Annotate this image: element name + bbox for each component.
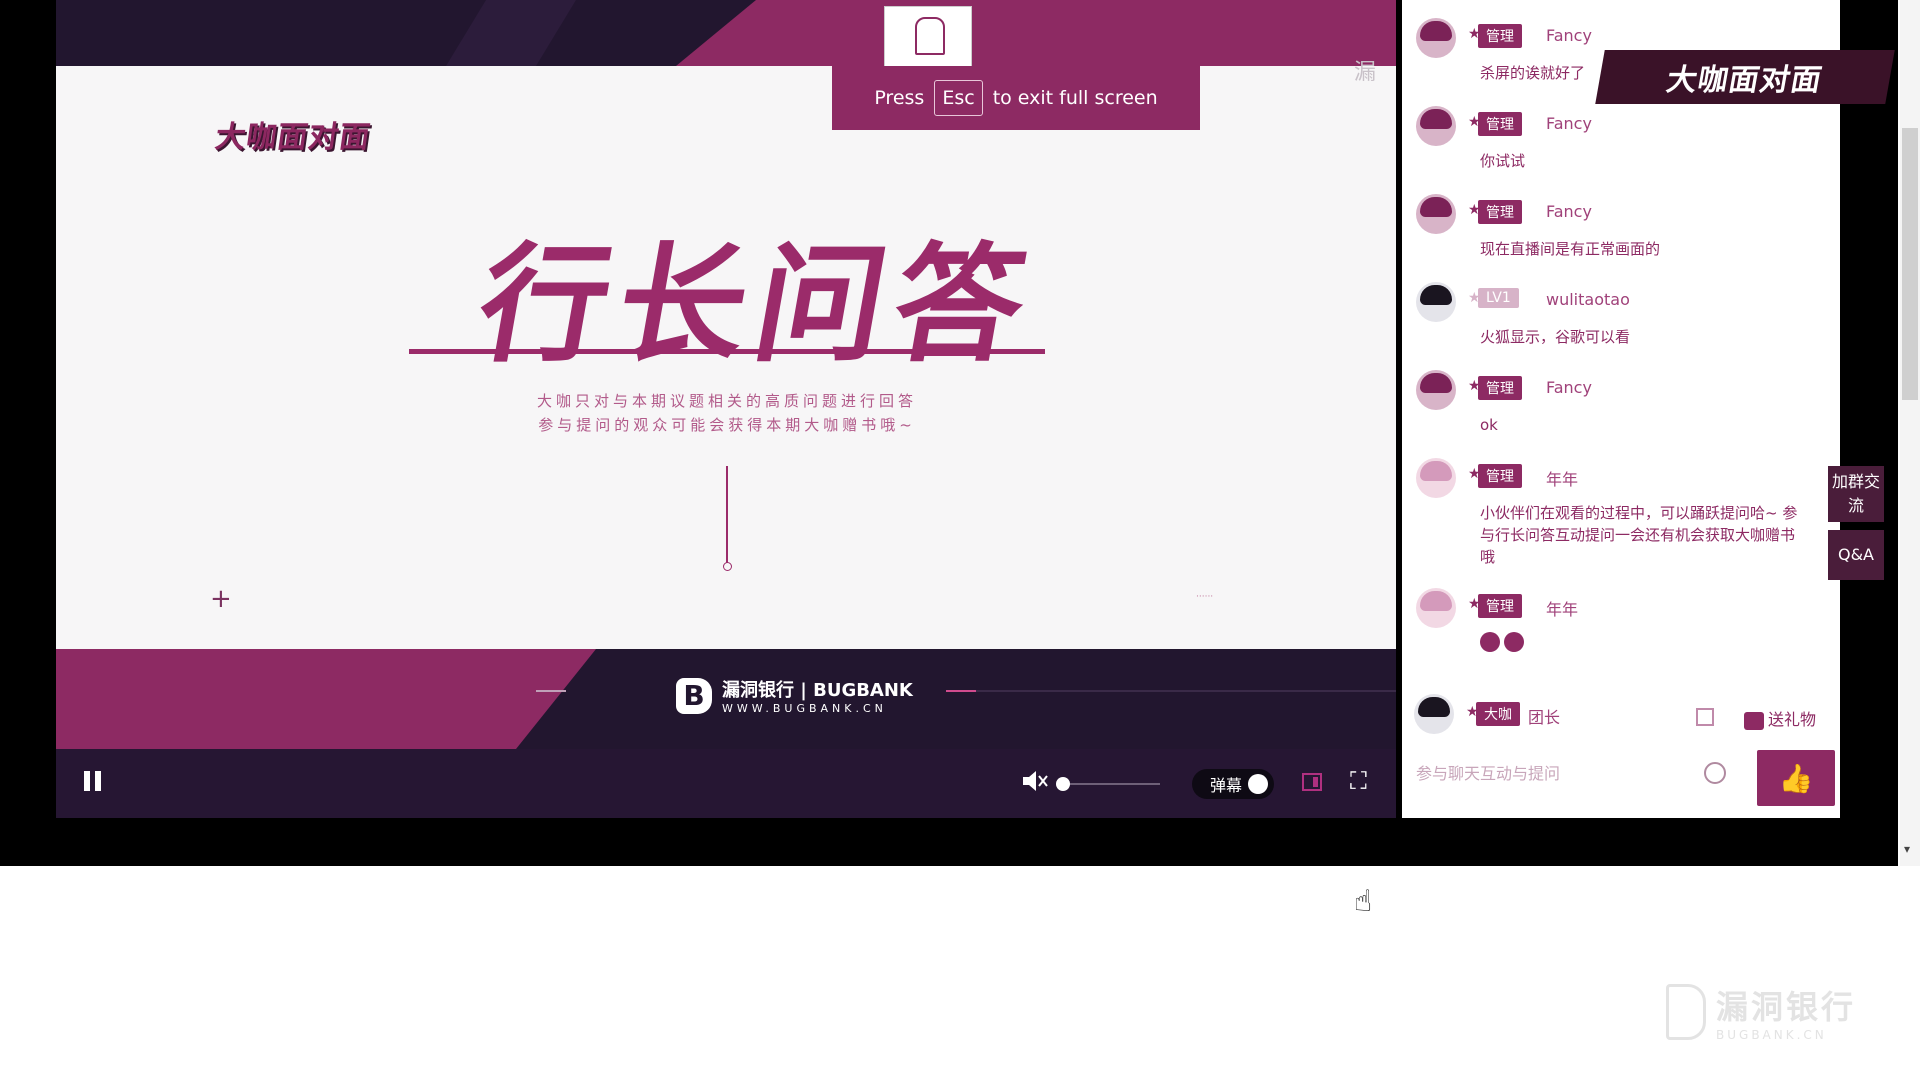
divider-line bbox=[726, 466, 728, 566]
corner-watermark: 漏洞银行 BUGBANK.CN bbox=[1666, 982, 1856, 1042]
gift-button[interactable]: 送礼物 bbox=[1744, 706, 1816, 730]
emoji-icon bbox=[1480, 632, 1500, 652]
pink-top-decoration bbox=[446, 0, 1396, 66]
bugbank-banner: B 漏洞银行 | BUGBANK WWW.BUGBANK.CN bbox=[676, 676, 913, 715]
role-badge: 管理 bbox=[1478, 112, 1522, 136]
video-top-band bbox=[56, 0, 1396, 68]
username[interactable]: 年年 bbox=[1546, 596, 1578, 620]
username[interactable]: wulitaotao bbox=[1546, 290, 1630, 309]
corner-logo-url: BUGBANK.CN bbox=[1716, 1028, 1827, 1042]
avatar bbox=[1416, 194, 1456, 234]
avatar bbox=[1416, 370, 1456, 410]
thumbs-up-icon[interactable]: 👍 bbox=[1757, 750, 1835, 806]
volume-knob[interactable] bbox=[1056, 777, 1070, 791]
plus-mark: + bbox=[210, 584, 232, 614]
captain-row: ★ 大咖 团长 送礼物 bbox=[1414, 694, 1834, 738]
banner-dash-left bbox=[536, 690, 566, 692]
fullscreen-exit-notice: Press Esc to exit full screen bbox=[832, 66, 1200, 130]
divider-dot bbox=[723, 562, 732, 571]
danmu-toggle[interactable]: 弹幕 bbox=[1192, 769, 1274, 799]
chat-input[interactable] bbox=[1414, 750, 1728, 796]
avatar bbox=[1416, 106, 1456, 146]
video-player[interactable]: 大咖面对面 行长问答 大咖只对与本期议题相关的高质问题进行回答 参与提问的观众可… bbox=[56, 0, 1396, 818]
press-text: Press bbox=[874, 87, 925, 109]
chat-header-logo: 大咖面对面 bbox=[1595, 50, 1895, 104]
username[interactable]: Fancy bbox=[1546, 26, 1592, 45]
corner-logo-name: 漏洞银行 bbox=[1716, 988, 1857, 1026]
esc-key: Esc bbox=[934, 80, 983, 116]
page-scrollbar-thumb[interactable] bbox=[1902, 128, 1918, 400]
bugbank-name: 漏洞银行 | BUGBANK bbox=[722, 680, 913, 701]
slide-subline-1: 大咖只对与本期议题相关的高质问题进行回答 bbox=[536, 392, 917, 410]
role-badge: 管理 bbox=[1478, 376, 1522, 400]
pause-icon[interactable] bbox=[82, 769, 104, 791]
join-group-button[interactable]: 加群交流 bbox=[1828, 466, 1884, 522]
avatar bbox=[1416, 18, 1456, 58]
chat-footer: ★ 大咖 团长 送礼物 👍 bbox=[1402, 694, 1840, 814]
banner-progress-line bbox=[946, 690, 1396, 692]
emoji-icon bbox=[1504, 632, 1524, 652]
exit-text: to exit full screen bbox=[992, 87, 1158, 109]
message-text: 现在直播间是有正常画面的 bbox=[1480, 240, 1661, 258]
mute-icon[interactable] bbox=[1020, 767, 1048, 801]
presenter-thumbnail bbox=[884, 6, 972, 68]
captain-name[interactable]: 团长 bbox=[1528, 704, 1560, 728]
username[interactable]: 年年 bbox=[1546, 466, 1578, 490]
message-text: 你试试 bbox=[1480, 152, 1526, 170]
pip-icon[interactable] bbox=[1302, 773, 1322, 791]
message-text: 火狐显示，谷歌可以看 bbox=[1480, 328, 1631, 346]
message-emojis bbox=[1480, 632, 1800, 658]
title-underline bbox=[409, 349, 1045, 354]
username[interactable]: Fancy bbox=[1546, 114, 1592, 133]
emoji-icon[interactable] bbox=[1704, 762, 1726, 784]
danmu-label: 弹幕 bbox=[1210, 776, 1243, 795]
avatar bbox=[1416, 282, 1456, 322]
ghost-text: 漏 bbox=[1354, 60, 1377, 85]
username[interactable]: Fancy bbox=[1546, 202, 1592, 221]
list-icon[interactable] bbox=[1696, 708, 1714, 726]
slide-content: 大咖面对面 行长问答 大咖只对与本期议题相关的高质问题进行回答 参与提问的观众可… bbox=[56, 66, 1396, 649]
avatar bbox=[1416, 588, 1456, 628]
avatar bbox=[1416, 458, 1456, 498]
role-badge: 管理 bbox=[1478, 464, 1522, 488]
qa-button[interactable]: Q&A bbox=[1828, 530, 1884, 580]
gift-label: 送礼物 bbox=[1768, 710, 1817, 729]
message-text: 小伙伴们在观看的过程中，可以踊跃提问哈~ 参与行长问答互动提问一会还有机会获取大… bbox=[1480, 504, 1798, 566]
role-badge: 管理 bbox=[1478, 200, 1522, 224]
hand-cursor-icon: ☝ bbox=[1354, 884, 1373, 919]
scroll-down-icon[interactable]: ▾ bbox=[1904, 842, 1910, 856]
role-badge: 管理 bbox=[1478, 594, 1522, 618]
message-text: ok bbox=[1480, 416, 1498, 434]
player-controls: 弹幕 ⛶ bbox=[56, 749, 1396, 818]
username[interactable]: Fancy bbox=[1546, 378, 1592, 397]
bugbank-mark-icon bbox=[1666, 984, 1706, 1040]
fullscreen-icon[interactable]: ⛶ bbox=[1350, 767, 1367, 795]
slide-subline-2: 参与提问的观众可能会获得本期大咖赠书哦~ bbox=[538, 416, 916, 434]
avatar bbox=[1414, 694, 1454, 734]
level-badge: LV1 bbox=[1478, 288, 1519, 308]
page-scrollbar[interactable]: ▾ bbox=[1900, 0, 1920, 866]
captain-badge: 大咖 bbox=[1476, 702, 1520, 726]
bugbank-url: WWW.BUGBANK.CN bbox=[722, 702, 887, 715]
role-badge: 管理 bbox=[1478, 24, 1522, 48]
slide-title: 行长问答 bbox=[467, 231, 1047, 380]
slide-brand: 大咖面对面 bbox=[213, 120, 373, 155]
bugbank-logo-icon: B bbox=[676, 677, 712, 714]
gift-icon bbox=[1744, 711, 1764, 730]
tiny-mark: ······ bbox=[1196, 592, 1214, 602]
live-stage: 大咖面对面 行长问答 大咖只对与本期议题相关的高质问题进行回答 参与提问的观众可… bbox=[0, 0, 1898, 866]
volume-track[interactable] bbox=[1062, 783, 1160, 785]
